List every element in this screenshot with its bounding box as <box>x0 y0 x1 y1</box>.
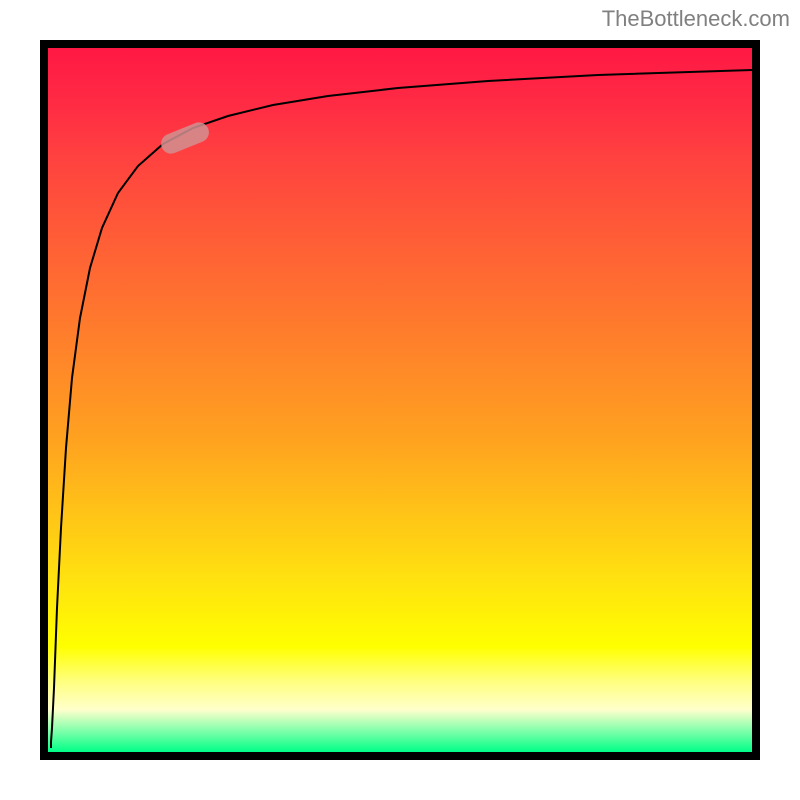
chart-frame <box>40 40 760 760</box>
watermark-text: TheBottleneck.com <box>602 6 790 32</box>
bottleneck-curve <box>51 70 752 748</box>
plot-area <box>48 48 752 752</box>
curve-marker <box>158 119 212 156</box>
curve-svg <box>48 48 752 752</box>
